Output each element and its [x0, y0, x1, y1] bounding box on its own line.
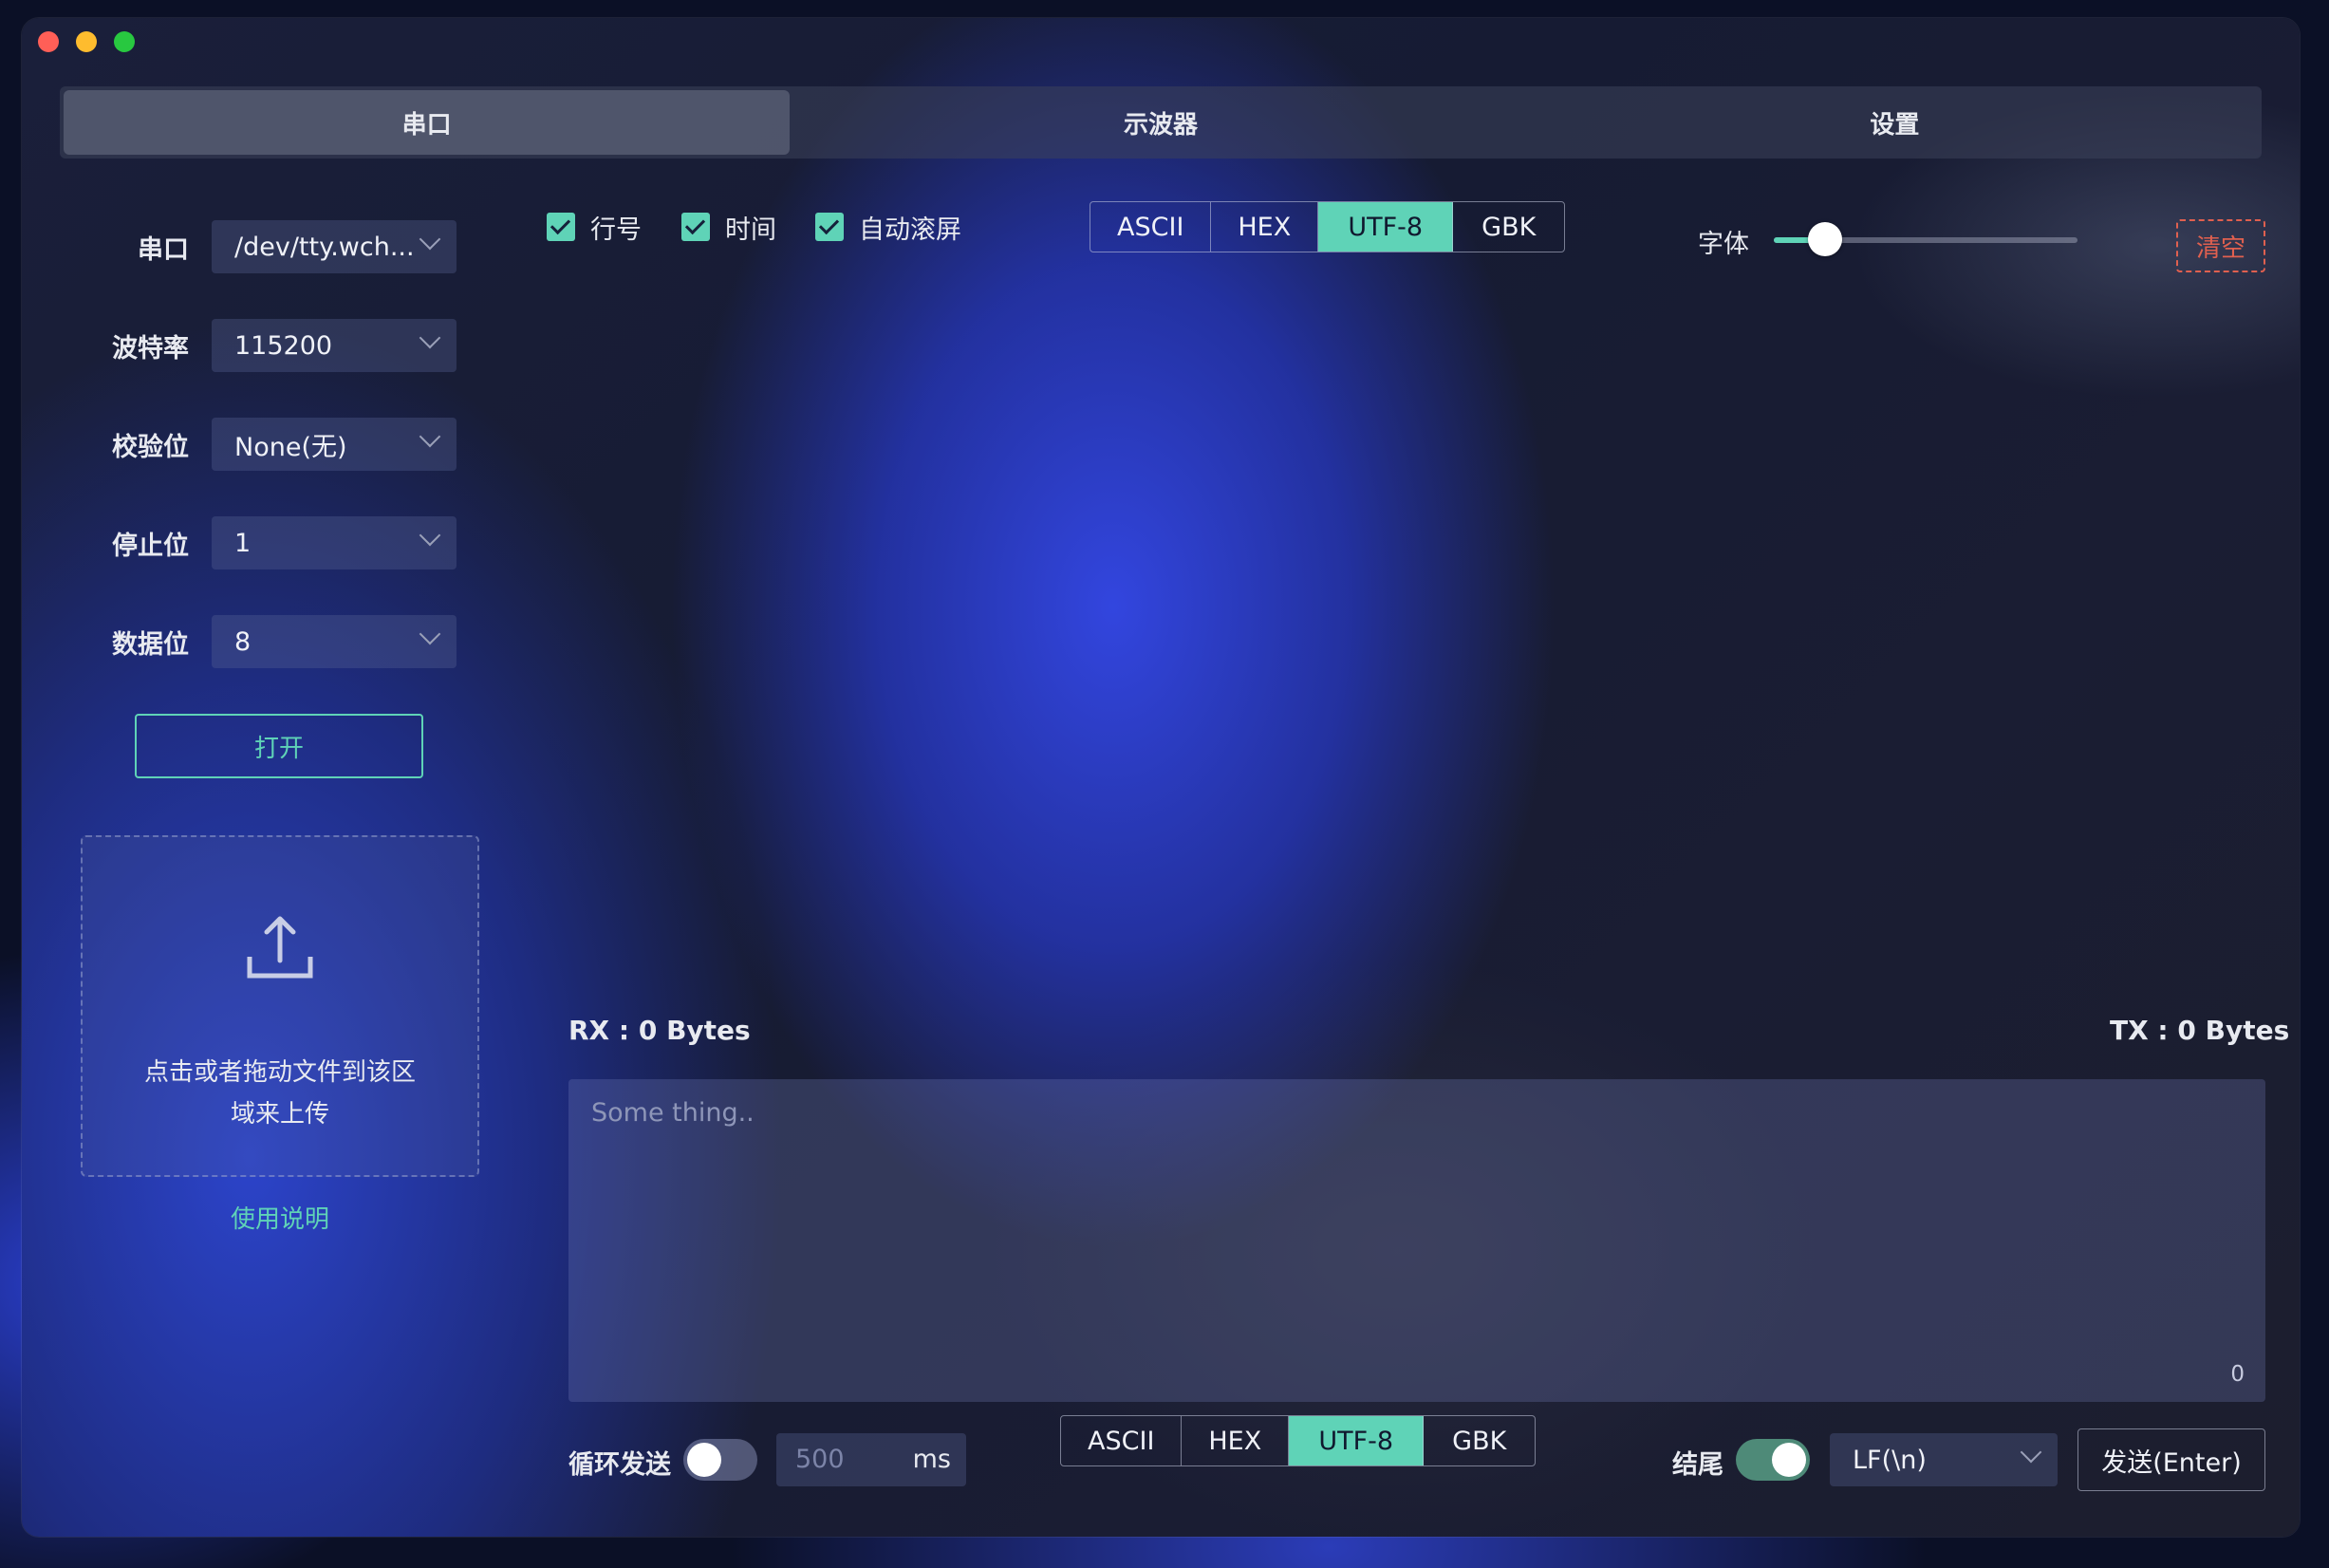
parity-value: None(无) — [234, 432, 347, 462]
font-size-slider-thumb[interactable] — [1808, 222, 1843, 256]
parity-select[interactable]: None(无) — [212, 418, 456, 471]
line-ending-value: LF(\n) — [1853, 1445, 1927, 1475]
line-ending-select[interactable]: LF(\n) — [1830, 1433, 2058, 1486]
send-char-count: 0 — [2230, 1362, 2245, 1387]
databits-select[interactable]: 8 — [212, 615, 456, 668]
line-ending-label: 结尾 — [1672, 1450, 1723, 1480]
upload-hint-line1: 点击或者拖动文件到该区 — [143, 1058, 416, 1087]
stopbits-row: 停止位 1 — [79, 516, 477, 569]
stopbits-value: 1 — [234, 528, 252, 558]
stopbits-label: 停止位 — [112, 531, 189, 561]
rx-encoding-utf8[interactable]: UTF-8 — [1318, 202, 1454, 252]
tab-settings[interactable]: 设置 — [1532, 90, 2258, 155]
line-number-label: 行号 — [590, 215, 642, 245]
help-link[interactable]: 使用说明 — [81, 1200, 479, 1235]
tx-encoding-ascii[interactable]: ASCII — [1061, 1416, 1183, 1465]
window-minimize-button[interactable] — [76, 31, 97, 52]
app-window: 串口 示波器 设置 串口 /dev/tty.wch... 波特率 115200 … — [22, 18, 2300, 1537]
tx-encoding-utf8[interactable]: UTF-8 — [1289, 1416, 1425, 1465]
autoscroll-label: 自动滚屏 — [859, 215, 961, 245]
baud-row: 波特率 115200 — [79, 319, 477, 372]
file-upload-dropzone[interactable]: 点击或者拖动文件到该区 域来上传 — [81, 835, 479, 1177]
tab-serial[interactable]: 串口 — [64, 90, 791, 155]
rx-encoding-gbk[interactable]: GBK — [1453, 202, 1564, 252]
port-select[interactable]: /dev/tty.wch... — [212, 220, 456, 273]
databits-value: 8 — [234, 626, 252, 657]
tx-counter: TX : 0 Bytes — [2110, 1015, 2290, 1046]
send-encoding-group: ASCII HEX UTF-8 GBK — [1060, 1415, 1536, 1466]
open-port-button[interactable]: 打开 — [135, 714, 423, 778]
tx-encoding-hex[interactable]: HEX — [1182, 1416, 1290, 1465]
chevron-down-icon — [419, 228, 441, 251]
line-number-checkbox[interactable]: 行号 — [547, 211, 642, 245]
interval-placeholder: 500 — [795, 1445, 845, 1474]
loop-send-label: 循环发送 — [568, 1450, 671, 1480]
window-close-button[interactable] — [38, 31, 59, 52]
send-placeholder: Some thing.. — [591, 1098, 755, 1128]
parity-row: 校验位 None(无) — [79, 418, 477, 471]
tx-encoding-gbk[interactable]: GBK — [1424, 1416, 1535, 1465]
receive-encoding-group: ASCII HEX UTF-8 GBK — [1090, 201, 1565, 252]
font-size-label: 字体 — [1698, 230, 1749, 259]
chevron-down-icon — [419, 425, 441, 448]
window-maximize-button[interactable] — [114, 31, 135, 52]
chevron-down-icon — [419, 327, 441, 349]
font-size-slider[interactable] — [1774, 222, 2077, 256]
upload-icon — [247, 916, 313, 979]
port-row: 串口 /dev/tty.wch... — [79, 220, 477, 273]
checkmark-icon — [815, 213, 844, 241]
line-ending-toggle[interactable] — [1736, 1439, 1810, 1481]
baud-select[interactable]: 115200 — [212, 319, 456, 372]
main-tabs: 串口 示波器 设置 — [60, 86, 2262, 159]
send-textarea[interactable]: Some thing.. 0 — [568, 1079, 2265, 1402]
interval-unit: ms — [912, 1445, 951, 1474]
timestamp-checkbox[interactable]: 时间 — [681, 211, 776, 245]
databits-row: 数据位 8 — [79, 615, 477, 668]
databits-label: 数据位 — [112, 629, 189, 660]
checkmark-icon — [547, 213, 575, 241]
port-value: /dev/tty.wch... — [234, 232, 415, 262]
toggle-knob — [1772, 1443, 1806, 1477]
baud-label: 波特率 — [112, 333, 189, 364]
toggle-knob — [687, 1443, 721, 1477]
checkmark-icon — [681, 213, 710, 241]
autoscroll-checkbox[interactable]: 自动滚屏 — [815, 211, 961, 245]
rx-counter: RX : 0 Bytes — [568, 1015, 751, 1046]
send-button[interactable]: 发送(Enter) — [2077, 1428, 2265, 1491]
chevron-down-icon — [419, 623, 441, 645]
chevron-down-icon — [419, 524, 441, 547]
baud-value: 115200 — [234, 330, 333, 361]
upload-hint-line2: 域来上传 — [230, 1100, 329, 1129]
parity-label: 校验位 — [112, 432, 189, 462]
loop-interval-input[interactable]: 500 ms — [776, 1433, 966, 1486]
port-label: 串口 — [138, 234, 189, 265]
chevron-down-icon — [2020, 1441, 2042, 1464]
loop-send-toggle[interactable] — [683, 1439, 757, 1481]
upload-hint: 点击或者拖动文件到该区 域来上传 — [121, 1052, 439, 1135]
tab-oscilloscope[interactable]: 示波器 — [797, 90, 1523, 155]
rx-encoding-hex[interactable]: HEX — [1211, 202, 1319, 252]
clear-button[interactable]: 清空 — [2176, 219, 2265, 272]
rx-encoding-ascii[interactable]: ASCII — [1090, 202, 1212, 252]
timestamp-label: 时间 — [725, 215, 776, 245]
stopbits-select[interactable]: 1 — [212, 516, 456, 569]
